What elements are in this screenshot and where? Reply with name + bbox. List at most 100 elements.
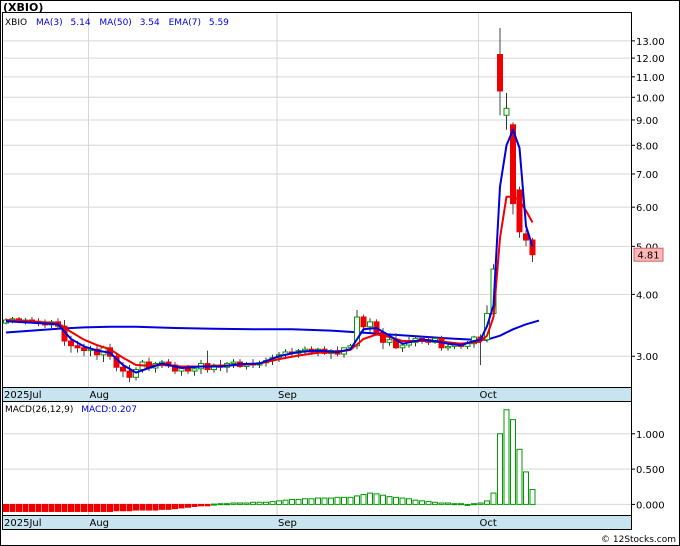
macd-bar [126, 503, 133, 512]
macd-bar [334, 496, 341, 505]
last-price-value: 4.81 [637, 251, 659, 262]
macd-tick-label: 0.500 [636, 465, 665, 476]
macd-bar [172, 503, 178, 510]
macd-bar [152, 503, 159, 511]
macd-bar [61, 503, 68, 512]
price-tick-label: 9.00 [636, 116, 658, 127]
macd-bar [380, 494, 386, 505]
macd-bar [503, 409, 510, 505]
legend-ma3-label: MA(3) [36, 18, 63, 28]
candle-body [74, 345, 81, 349]
macd-bar [243, 502, 250, 505]
macd-bar [159, 503, 165, 510]
macd-bar [16, 503, 22, 512]
legend-ma50-value: 3.54 [140, 18, 160, 28]
price-tick-label: 3.00 [636, 352, 658, 363]
candle-body [399, 344, 406, 349]
candle-body [516, 189, 523, 233]
date-label: Oct [480, 390, 497, 401]
macd-bar [224, 503, 230, 506]
legend-ma50-label: MA(50) [99, 18, 131, 28]
macd-bar [120, 503, 126, 512]
macd-bar [22, 503, 29, 512]
price-tick-label: 7.00 [636, 170, 658, 181]
macd-bar [360, 494, 367, 505]
macd-bar [419, 500, 425, 505]
date-label: Oct [480, 518, 497, 529]
candle-body [230, 361, 237, 365]
macd-bar [432, 501, 438, 505]
macd-bar [42, 503, 48, 512]
candle-body [367, 321, 373, 328]
price-tick-label: 13.00 [636, 37, 665, 48]
macd-bar [373, 493, 380, 505]
candle-body [445, 345, 451, 349]
macd-bar [68, 503, 74, 512]
legend-symbol: XBIO [5, 18, 27, 28]
macd-bar [276, 500, 282, 505]
date-label: Aug [90, 390, 110, 401]
macd-bar [321, 497, 328, 505]
macd-bar [295, 498, 302, 505]
macd-tick-label: 0.000 [636, 500, 665, 511]
legend-ma3-value: 5.14 [71, 18, 91, 28]
macd-bar [256, 501, 263, 505]
macd-bar [386, 496, 393, 505]
macd-bar [425, 501, 432, 505]
macd-bar [55, 503, 61, 512]
macd-bar [191, 503, 198, 508]
last-price-tag: 4.81 [633, 247, 664, 262]
macd-params: MACD(26,12,9) [5, 405, 73, 415]
date-label: Sep [278, 518, 297, 529]
price-panel [2, 12, 632, 388]
candle-body [523, 233, 529, 241]
macd-bar [477, 502, 484, 505]
legend-ema7-value: 5.59 [209, 18, 229, 28]
stock-chart: 3.004.005.006.007.008.009.0010.0011.0012… [0, 0, 680, 546]
candle-body [497, 54, 503, 92]
macd-bar [367, 492, 373, 505]
macd-bar [178, 503, 185, 509]
macd-bar [139, 503, 146, 511]
macd-bar [516, 448, 523, 505]
macd-bar [510, 419, 516, 505]
macd-bar [100, 503, 107, 512]
macd-bar [497, 433, 503, 505]
candle-body [68, 340, 74, 347]
macd-bar [165, 503, 172, 510]
macd-bar [48, 503, 55, 512]
date-label: 2025Jul [4, 518, 42, 529]
macd-bar [445, 502, 451, 505]
macd-bar [107, 503, 113, 512]
macd-value: MACD:0.207 [81, 405, 137, 415]
ticker-label: (XBIO) [3, 1, 43, 14]
macd-bar [289, 498, 295, 505]
macd-bar [438, 502, 445, 505]
price-tick-label: 11.00 [636, 73, 665, 84]
macd-bar [458, 503, 464, 506]
macd-bar [113, 503, 120, 512]
candle-body [386, 339, 393, 343]
candle-body [120, 366, 126, 372]
macd-bar [3, 503, 9, 512]
macd-bar [87, 503, 94, 512]
macd-bar [94, 503, 100, 512]
macd-bar [315, 497, 321, 505]
macd-bar [81, 503, 87, 512]
macd-bar [464, 503, 471, 506]
macd-bar [451, 503, 458, 506]
macd-bar [185, 503, 191, 508]
macd-bar [484, 500, 490, 505]
macd-bar [406, 498, 412, 505]
date-label: 2025Jul [4, 390, 42, 401]
candle-body [302, 348, 308, 352]
legend-line: XBIO MA(3) 5.14 MA(50) 3.54 EMA(7) 5.59 [5, 18, 229, 28]
macd-bar [471, 503, 477, 506]
price-tick-label: 4.00 [636, 290, 658, 301]
macd-bar [328, 497, 334, 505]
macd-bar [523, 471, 529, 505]
price-tick-label: 6.00 [636, 203, 658, 214]
macd-bar [133, 503, 139, 511]
macd-bar [269, 501, 276, 505]
macd-bar [490, 492, 497, 505]
